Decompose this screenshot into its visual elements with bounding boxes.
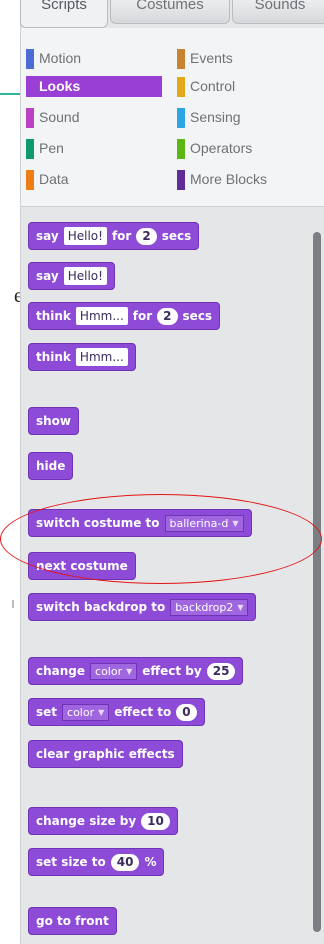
annotation-mark xyxy=(12,600,14,608)
category-label: Data xyxy=(39,171,69,187)
backdrop-dropdown[interactable]: backdrop2 ▼ xyxy=(170,598,249,616)
category-label: Looks xyxy=(39,78,81,94)
block-word: switch backdrop to xyxy=(36,600,166,614)
switch-backdrop-block[interactable]: switch backdrop to backdrop2 ▼ xyxy=(28,593,257,621)
vertical-scrollbar[interactable] xyxy=(313,232,321,932)
block-word: switch costume to xyxy=(36,516,160,530)
message-input[interactable]: Hello! xyxy=(63,267,107,285)
secs-input[interactable]: 2 xyxy=(136,227,157,245)
effect-amount-input[interactable]: 25 xyxy=(206,662,236,680)
message-input[interactable]: Hello! xyxy=(63,227,107,245)
block-word: change size by xyxy=(36,814,137,828)
control-color-swatch xyxy=(177,77,185,97)
block-word: set size to xyxy=(36,855,106,869)
sound-color-swatch xyxy=(26,108,34,128)
dropdown-value: backdrop2 xyxy=(175,600,234,614)
size-value-input[interactable]: 40 xyxy=(110,853,140,871)
block-word: for xyxy=(132,309,153,323)
dropdown-value: color xyxy=(95,664,123,678)
tab-bar: Scripts Costumes Sounds xyxy=(20,0,324,28)
effect-dropdown[interactable]: color ▼ xyxy=(90,662,138,680)
dropdown-arrow-icon: ▼ xyxy=(237,602,244,612)
show-block[interactable]: show xyxy=(28,407,80,435)
set-size-block[interactable]: set size to 40 % xyxy=(28,848,165,876)
events-color-swatch xyxy=(177,49,185,69)
block-word: think xyxy=(36,350,71,364)
blocks-palette: say Hello! for 2 secs say Hello! think H… xyxy=(21,207,324,944)
pen-color-swatch xyxy=(26,139,34,159)
block-word: set xyxy=(36,705,58,719)
category-label: Motion xyxy=(39,50,82,66)
block-word: say xyxy=(36,229,59,243)
block-word: next costume xyxy=(36,559,128,573)
category-label: Sensing xyxy=(190,109,241,125)
category-label: Pen xyxy=(39,140,64,156)
effect-value-input[interactable]: 0 xyxy=(176,703,197,721)
dropdown-value: color xyxy=(67,705,95,719)
change-size-block[interactable]: change size by 10 xyxy=(28,807,178,835)
category-looks[interactable]: Looks xyxy=(26,76,162,97)
category-operators[interactable]: Operators xyxy=(177,138,305,159)
go-to-front-block[interactable]: go to front xyxy=(28,907,117,935)
set-effect-block[interactable]: set color ▼ effect to 0 xyxy=(28,698,205,726)
think-for-secs-block[interactable]: think Hmm... for 2 secs xyxy=(28,302,221,330)
category-label: Control xyxy=(190,78,236,94)
tab-costumes[interactable]: Costumes xyxy=(110,0,230,24)
category-label: Sound xyxy=(39,109,80,125)
block-word: think xyxy=(36,309,71,323)
category-motion[interactable]: Motion xyxy=(26,48,154,69)
block-word: % xyxy=(144,855,157,869)
block-word: effect to xyxy=(114,705,172,719)
operators-color-swatch xyxy=(177,139,185,159)
tab-scripts[interactable]: Scripts xyxy=(20,0,108,28)
sensing-color-swatch xyxy=(177,108,185,128)
dropdown-arrow-icon: ▼ xyxy=(232,518,239,528)
data-color-swatch xyxy=(26,170,34,190)
secs-input[interactable]: 2 xyxy=(157,307,178,325)
next-costume-block[interactable]: next costume xyxy=(28,552,136,580)
scratch-block-palette-screenshot: e Scripts Costumes Sounds Motion Events … xyxy=(0,0,324,944)
category-control[interactable]: Control xyxy=(177,76,305,97)
switch-costume-block[interactable]: switch costume to ballerina-d ▼ xyxy=(28,509,252,537)
block-word: secs xyxy=(161,229,192,243)
category-more-blocks[interactable]: More Blocks xyxy=(177,169,305,190)
say-block[interactable]: say Hello! xyxy=(28,262,115,290)
costume-dropdown[interactable]: ballerina-d ▼ xyxy=(164,514,244,532)
category-events[interactable]: Events xyxy=(177,48,305,69)
motion-color-swatch xyxy=(26,49,34,69)
block-word: clear graphic effects xyxy=(36,747,175,761)
dropdown-arrow-icon: ▼ xyxy=(98,707,105,717)
block-word: hide xyxy=(36,459,66,473)
category-label: Events xyxy=(190,50,233,66)
message-input[interactable]: Hmm... xyxy=(75,307,128,325)
tab-sounds[interactable]: Sounds xyxy=(232,0,324,24)
effect-dropdown[interactable]: color ▼ xyxy=(62,703,110,721)
more-blocks-color-swatch xyxy=(177,170,185,190)
change-effect-block[interactable]: change color ▼ effect by 25 xyxy=(28,657,244,685)
dropdown-value: ballerina-d xyxy=(169,516,229,530)
clear-graphic-effects-block[interactable]: clear graphic effects xyxy=(28,740,183,768)
block-palette-panel: Scripts Costumes Sounds Motion Events Lo… xyxy=(20,0,324,944)
think-block[interactable]: think Hmm... xyxy=(28,343,136,371)
block-word: change xyxy=(36,664,86,678)
block-word: go to front xyxy=(36,914,109,928)
category-selector: Motion Events Looks Control Sound Sensin… xyxy=(21,28,324,207)
category-label: More Blocks xyxy=(190,171,268,187)
say-for-secs-block[interactable]: say Hello! for 2 secs xyxy=(28,222,200,250)
category-pen[interactable]: Pen xyxy=(26,138,154,159)
block-word: for xyxy=(111,229,132,243)
category-sound[interactable]: Sound xyxy=(26,107,154,128)
dropdown-arrow-icon: ▼ xyxy=(126,666,133,676)
category-label: Operators xyxy=(190,140,253,156)
block-word: secs xyxy=(182,309,213,323)
category-sensing[interactable]: Sensing xyxy=(177,107,305,128)
size-amount-input[interactable]: 10 xyxy=(141,812,170,830)
block-word: show xyxy=(36,414,72,428)
hide-block[interactable]: hide xyxy=(28,452,74,480)
category-data[interactable]: Data xyxy=(26,169,154,190)
block-word: effect by xyxy=(142,664,202,678)
block-word: say xyxy=(36,269,59,283)
message-input[interactable]: Hmm... xyxy=(75,348,128,366)
